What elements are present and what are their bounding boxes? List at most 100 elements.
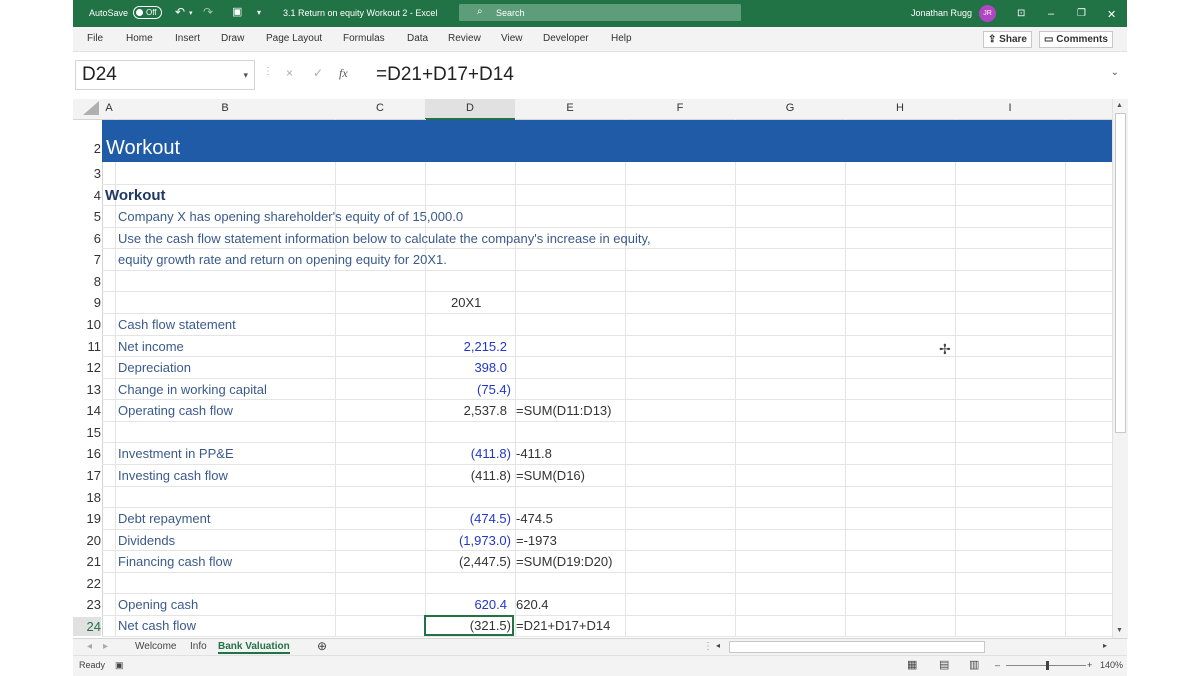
row-header[interactable]: 11 (73, 339, 102, 354)
normal-view-icon[interactable]: ▦ (907, 658, 917, 671)
row-header[interactable]: 21 (73, 554, 101, 569)
sheet-tab[interactable]: Info (190, 641, 207, 652)
comments-button[interactable]: ▭ Comments (1039, 31, 1113, 48)
close-icon[interactable]: ✕ (1107, 8, 1116, 21)
row-header[interactable]: 4 (73, 188, 101, 203)
zoom-slider-handle[interactable] (1046, 661, 1049, 670)
name-box[interactable]: D24 ▾ (75, 60, 255, 90)
column-header[interactable]: F (625, 102, 735, 114)
row-header[interactable]: 2 (73, 141, 101, 156)
row-header[interactable]: 15 (73, 425, 101, 440)
row-header[interactable]: 5 (73, 209, 101, 224)
search-box[interactable]: ⌕ Search (459, 4, 741, 21)
customize-toolbar-icon[interactable]: ▾ (257, 8, 261, 17)
more-icon: ⋮ (263, 66, 273, 77)
scroll-left-icon[interactable]: ◂ (716, 641, 720, 650)
tab-formulas[interactable]: Formulas (343, 33, 385, 44)
row-header[interactable]: 19 (73, 511, 101, 526)
line-value[interactable]: 620.4 (421, 597, 507, 612)
column-header[interactable]: I (955, 102, 1065, 114)
tab-file[interactable]: File (87, 33, 103, 44)
expand-formula-bar-icon[interactable]: ⌄ (1111, 67, 1119, 78)
scroll-right-icon[interactable]: ▸ (1103, 641, 1107, 650)
row-header[interactable]: 14 (73, 403, 101, 418)
tab-page-layout[interactable]: Page Layout (266, 33, 322, 44)
horizontal-scrollbar[interactable] (729, 641, 985, 653)
autosave-toggle[interactable]: Off (133, 6, 162, 19)
restore-icon[interactable]: ❐ (1077, 8, 1086, 19)
row-header[interactable]: 20 (73, 533, 101, 548)
line-value[interactable]: 398.0 (421, 360, 507, 375)
row-header[interactable]: 17 (73, 468, 101, 483)
tab-help[interactable]: Help (611, 33, 632, 44)
column-header[interactable]: C (335, 102, 425, 114)
undo-icon[interactable]: ↶ (175, 5, 185, 19)
add-sheet-icon[interactable]: ⊕ (317, 639, 327, 653)
title-bar: AutoSave Off ↶ ▾ ↷ ▣ ▾ 3.1 Return on equ… (73, 0, 1127, 27)
column-header[interactable]: B (115, 102, 335, 114)
row-header[interactable]: 22 (73, 576, 101, 591)
tab-data[interactable]: Data (407, 33, 428, 44)
tab-review[interactable]: Review (448, 33, 481, 44)
redo-icon[interactable]: ↷ (203, 5, 213, 19)
line-value[interactable]: 2,215.2 (421, 339, 507, 354)
row-header[interactable]: 18 (73, 490, 101, 505)
row-header[interactable]: 8 (73, 274, 101, 289)
camera-icon[interactable]: ▣ (232, 5, 242, 18)
tab-home[interactable]: Home (126, 33, 153, 44)
row-header[interactable]: 3 (73, 166, 101, 181)
scrollbar-thumb[interactable] (1115, 113, 1126, 433)
scroll-down-icon[interactable]: ▼ (1116, 627, 1123, 634)
row-header[interactable]: 12 (73, 360, 101, 375)
enter-icon[interactable]: ✓ (313, 66, 323, 80)
line-value[interactable]: (411.8) (425, 468, 511, 483)
page-break-view-icon[interactable]: ▥ (969, 658, 979, 671)
zoom-level[interactable]: 140% (1100, 660, 1123, 670)
next-sheet-icon[interactable]: ▸ (103, 641, 108, 652)
macro-record-icon[interactable]: ▣ (115, 660, 124, 671)
row-header[interactable]: 6 (73, 231, 101, 246)
sheet-tab-active[interactable]: Bank Valuation (218, 641, 290, 654)
avatar[interactable]: JR (979, 5, 996, 22)
undo-dropdown-icon[interactable]: ▾ (189, 9, 193, 17)
tab-view[interactable]: View (501, 33, 523, 44)
selected-cell-d24[interactable] (424, 615, 514, 636)
vertical-scrollbar[interactable]: ▲ ▼ (1112, 99, 1128, 639)
column-header[interactable]: H (845, 102, 955, 114)
scroll-up-icon[interactable]: ▲ (1116, 102, 1123, 109)
line-value[interactable]: (1,973.0) (425, 533, 511, 548)
zoom-in-icon[interactable]: + (1087, 660, 1092, 670)
select-all-icon[interactable] (83, 101, 99, 115)
ribbon-display-icon[interactable]: ⊡ (1017, 8, 1025, 19)
line-value[interactable]: (2,447.5) (425, 554, 511, 569)
tab-draw[interactable]: Draw (221, 33, 244, 44)
column-header[interactable]: D (425, 102, 515, 114)
zoom-out-icon[interactable]: – (995, 660, 1000, 670)
row-header-active[interactable]: 24 (73, 617, 101, 636)
share-button[interactable]: ⇪ Share (983, 31, 1032, 48)
row-header[interactable]: 9 (73, 295, 101, 310)
previous-sheet-icon[interactable]: ◂ (87, 641, 92, 652)
line-value[interactable]: (474.5) (425, 511, 511, 526)
row-header[interactable]: 23 (73, 597, 101, 612)
column-header[interactable]: E (515, 102, 625, 114)
row-header[interactable]: 13 (73, 382, 101, 397)
column-header[interactable]: A (103, 102, 115, 114)
chevron-down-icon[interactable]: ▾ (243, 61, 248, 89)
row-header[interactable]: 10 (73, 317, 101, 332)
row-header[interactable]: 7 (73, 252, 101, 267)
cancel-icon[interactable]: × (286, 66, 293, 80)
column-header[interactable]: G (735, 102, 845, 114)
formula-input[interactable]: =D21+D17+D14 (376, 64, 514, 86)
line-value[interactable]: (75.4) (425, 382, 511, 397)
minimize-icon[interactable]: – (1048, 8, 1054, 20)
tab-split-handle-icon[interactable]: ⋮ (703, 641, 713, 652)
row-header[interactable]: 16 (73, 446, 101, 461)
tab-developer[interactable]: Developer (543, 33, 589, 44)
line-value[interactable]: 2,537.8 (421, 403, 507, 418)
line-value[interactable]: (411.8) (425, 446, 511, 461)
tab-insert[interactable]: Insert (175, 33, 200, 44)
sheet-tab[interactable]: Welcome (135, 641, 177, 652)
page-layout-view-icon[interactable]: ▤ (939, 658, 949, 671)
insert-function-icon[interactable]: fx (339, 66, 348, 81)
